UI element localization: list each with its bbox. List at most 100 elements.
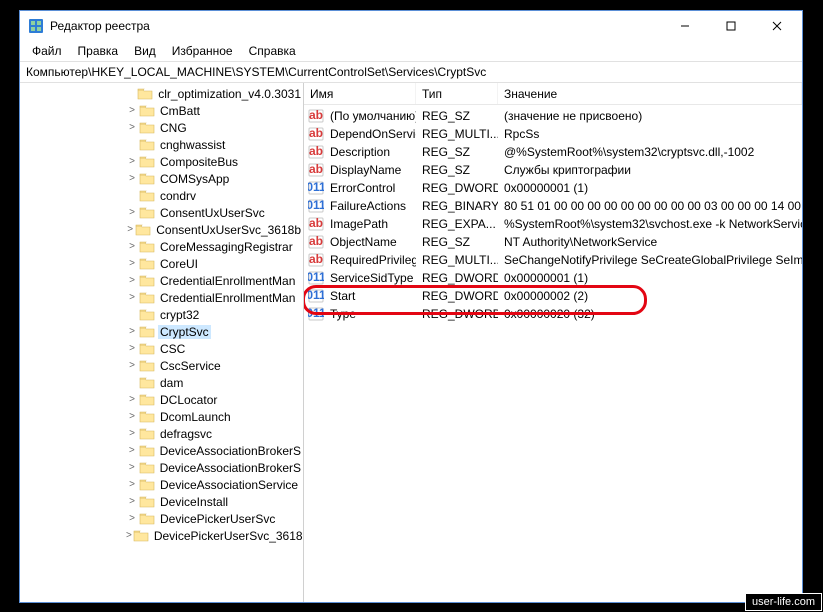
titlebar[interactable]: Редактор реестра: [20, 11, 802, 41]
expand-icon[interactable]: >: [126, 360, 138, 372]
tree-item[interactable]: >CredentialEnrollmentMan: [20, 289, 303, 306]
binary-icon: 011: [308, 307, 324, 321]
expand-icon[interactable]: [126, 139, 138, 151]
tree-item[interactable]: >CmBatt: [20, 102, 303, 119]
tree-item[interactable]: >CSC: [20, 340, 303, 357]
expand-icon[interactable]: >: [126, 513, 138, 525]
col-value[interactable]: Значение: [498, 83, 802, 104]
menu-help[interactable]: Справка: [243, 42, 302, 60]
tree-item[interactable]: >ConsentUxUserSvc: [20, 204, 303, 221]
tree-item[interactable]: >DevicePickerUserSvc_3618: [20, 527, 303, 544]
expand-icon[interactable]: [126, 88, 136, 100]
folder-icon: [139, 155, 155, 169]
expand-icon[interactable]: >: [126, 258, 138, 270]
value-row[interactable]: 011ServiceSidTypeREG_DWORD0x00000001 (1): [304, 269, 802, 287]
value-row[interactable]: abObjectNameREG_SZNT Authority\NetworkSe…: [304, 233, 802, 251]
menu-view[interactable]: Вид: [128, 42, 162, 60]
value-row[interactable]: ab(По умолчанию)REG_SZ(значение не присв…: [304, 107, 802, 125]
value-type: REG_BINARY: [416, 199, 498, 213]
binary-icon: 011: [308, 271, 324, 285]
tree-item[interactable]: >CryptSvc: [20, 323, 303, 340]
tree-item[interactable]: >CoreMessagingRegistrar: [20, 238, 303, 255]
value-row[interactable]: 011ErrorControlREG_DWORD0x00000001 (1): [304, 179, 802, 197]
value-row[interactable]: 011FailureActionsREG_BINARY80 51 01 00 0…: [304, 197, 802, 215]
expand-icon[interactable]: >: [126, 241, 138, 253]
expand-icon[interactable]: >: [126, 343, 138, 355]
value-data: 0x00000020 (32): [498, 307, 802, 321]
tree-item[interactable]: >ConsentUxUserSvc_3618b: [20, 221, 303, 238]
tree-item[interactable]: > CoreUI: [20, 255, 303, 272]
expand-icon[interactable]: >: [126, 207, 138, 219]
tree-label: crypt32: [158, 308, 201, 322]
address-bar[interactable]: Компьютер\HKEY_LOCAL_MACHINE\SYSTEM\Curr…: [20, 61, 802, 83]
expand-icon[interactable]: >: [126, 496, 138, 508]
values-panel[interactable]: Имя Тип Значение ab(По умолчанию)REG_SZ(…: [304, 83, 802, 602]
menu-edit[interactable]: Правка: [72, 42, 125, 60]
tree-label: CoreUI: [158, 257, 200, 271]
value-row[interactable]: abDisplayNameREG_SZСлужбы криптографии: [304, 161, 802, 179]
expand-icon[interactable]: >: [126, 122, 138, 134]
expand-icon[interactable]: >: [126, 224, 134, 236]
tree-item[interactable]: >CompositeBus: [20, 153, 303, 170]
folder-icon: [139, 393, 155, 407]
svg-text:011: 011: [308, 181, 324, 194]
tree-item[interactable]: >CNG: [20, 119, 303, 136]
menu-file[interactable]: Файл: [26, 42, 68, 60]
value-row[interactable]: 011StartREG_DWORD0x00000002 (2): [304, 287, 802, 305]
tree-item[interactable]: crypt32: [20, 306, 303, 323]
expand-icon[interactable]: [126, 377, 138, 389]
tree-panel[interactable]: clr_optimization_v4.0.3031>CmBatt>CNGcng…: [20, 83, 304, 602]
tree-item[interactable]: clr_optimization_v4.0.3031: [20, 85, 303, 102]
expand-icon[interactable]: >: [126, 326, 138, 338]
expand-icon[interactable]: >: [126, 411, 138, 423]
value-name: Start: [324, 289, 416, 303]
close-button[interactable]: [754, 11, 800, 41]
tree-label: DeviceInstall: [158, 495, 230, 509]
value-row[interactable]: abDescriptionREG_SZ@%SystemRoot%\system3…: [304, 143, 802, 161]
tree-item[interactable]: >DeviceAssociationService: [20, 476, 303, 493]
tree-item[interactable]: >CredentialEnrollmentMan: [20, 272, 303, 289]
tree-item[interactable]: dam: [20, 374, 303, 391]
tree-item[interactable]: >DeviceAssociationBrokerS: [20, 459, 303, 476]
folder-icon: [139, 444, 155, 458]
expand-icon[interactable]: >: [126, 394, 138, 406]
expand-icon[interactable]: >: [126, 173, 138, 185]
expand-icon[interactable]: >: [126, 479, 138, 491]
value-type: REG_MULTI...: [416, 127, 498, 141]
string-icon: ab: [308, 109, 324, 123]
expand-icon[interactable]: >: [126, 156, 138, 168]
tree-item[interactable]: >DevicePickerUserSvc: [20, 510, 303, 527]
value-row[interactable]: abRequiredPrivileg...REG_MULTI...SeChang…: [304, 251, 802, 269]
tree-item[interactable]: >DeviceAssociationBrokerS: [20, 442, 303, 459]
col-type[interactable]: Тип: [416, 83, 498, 104]
expand-icon[interactable]: >: [126, 428, 138, 440]
tree-item[interactable]: >DcomLaunch: [20, 408, 303, 425]
expand-icon[interactable]: >: [126, 292, 138, 304]
menubar: Файл Правка Вид Избранное Справка: [20, 41, 802, 61]
col-name[interactable]: Имя: [304, 83, 416, 104]
tree-item[interactable]: >CscService: [20, 357, 303, 374]
tree-item[interactable]: >defragsvc: [20, 425, 303, 442]
column-headers[interactable]: Имя Тип Значение: [304, 83, 802, 105]
expand-icon[interactable]: [126, 309, 138, 321]
tree-item[interactable]: >DCLocator: [20, 391, 303, 408]
tree-item[interactable]: >COMSysApp: [20, 170, 303, 187]
tree-label: condrv: [158, 189, 198, 203]
maximize-button[interactable]: [708, 11, 754, 41]
value-row[interactable]: abDependOnServiceREG_MULTI...RpcSs: [304, 125, 802, 143]
menu-favorites[interactable]: Избранное: [166, 42, 239, 60]
tree-item[interactable]: > DeviceInstall: [20, 493, 303, 510]
value-row[interactable]: abImagePathREG_EXPA...%SystemRoot%\syste…: [304, 215, 802, 233]
expand-icon[interactable]: >: [126, 445, 138, 457]
value-data: @%SystemRoot%\system32\cryptsvc.dll,-100…: [498, 145, 802, 159]
expand-icon[interactable]: [126, 190, 138, 202]
expand-icon[interactable]: >: [126, 105, 138, 117]
expand-icon[interactable]: >: [126, 530, 132, 542]
expand-icon[interactable]: >: [126, 462, 138, 474]
expand-icon[interactable]: >: [126, 275, 138, 287]
value-row[interactable]: 011TypeREG_DWORD0x00000020 (32): [304, 305, 802, 323]
svg-text:011: 011: [308, 271, 324, 284]
tree-item[interactable]: condrv: [20, 187, 303, 204]
tree-item[interactable]: cnghwassist: [20, 136, 303, 153]
minimize-button[interactable]: [662, 11, 708, 41]
